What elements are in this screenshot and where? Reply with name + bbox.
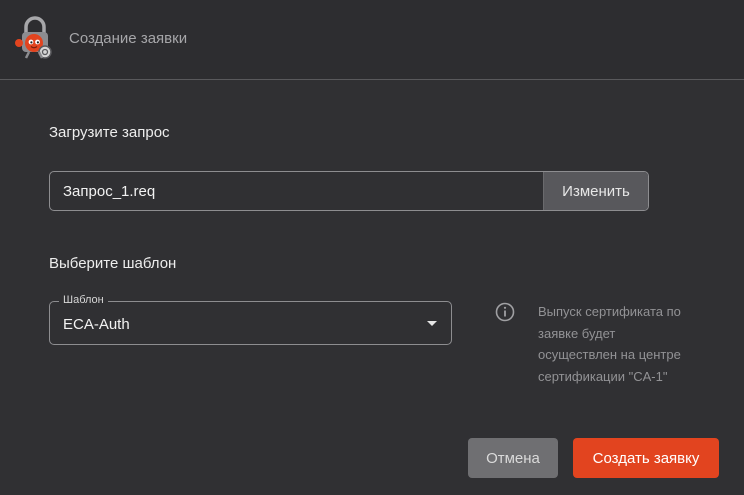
info-icon (495, 302, 515, 322)
cancel-button[interactable]: Отмена (468, 438, 558, 478)
upload-section-label: Загрузите запрос (49, 124, 170, 141)
change-file-button[interactable]: Изменить (543, 172, 648, 210)
app-logo-icon (15, 16, 52, 59)
info-line: заявке будет (538, 325, 616, 341)
template-select[interactable]: Шаблон ECA-Auth (49, 294, 452, 345)
template-section-label: Выберите шаблон (49, 255, 177, 272)
info-message: Выпуск сертификата по заявке будет осуще… (538, 301, 713, 387)
info-line: сертификации "CA-1" (538, 368, 668, 384)
info-line: Выпуск сертификата по (538, 304, 681, 319)
file-name-value: Запрос_1.req (63, 183, 156, 200)
create-request-button[interactable]: Создать заявку (573, 438, 719, 478)
dialog-title: Создание заявки (69, 30, 188, 47)
template-selected-value: ECA-Auth (63, 316, 130, 333)
dialog-header: Создание заявки (0, 0, 744, 80)
file-field: Запрос_1.req Изменить (49, 171, 649, 211)
template-field-label: Шаблон (59, 294, 108, 306)
chevron-down-icon (427, 321, 437, 326)
info-line: осуществлен на центре (538, 347, 681, 362)
